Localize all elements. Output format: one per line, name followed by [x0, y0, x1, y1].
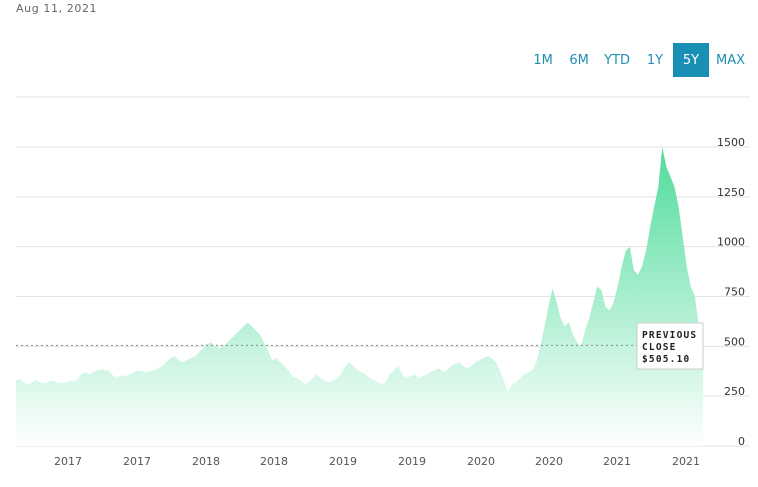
y-tick-label: 750	[724, 286, 745, 299]
x-tick-label: 2020	[535, 455, 563, 468]
y-tick-label: 0	[738, 435, 745, 448]
x-tick-label: 2021	[672, 455, 700, 468]
tooltip-line-2: CLOSE	[642, 342, 677, 353]
x-tick-label: 2020	[467, 455, 495, 468]
y-tick-label: 500	[724, 335, 745, 348]
x-tick-label: 2021	[603, 455, 631, 468]
x-tick-label: 2018	[192, 455, 220, 468]
x-tick-label: 2019	[329, 455, 357, 468]
y-tick-label: 1000	[717, 236, 745, 249]
previous-close-tooltip: PREVIOUS CLOSE $505.10	[636, 322, 704, 370]
price-chart: 0 250 500 750 1000 1250 1500 2017 2017 2018 2018 2…	[16, 96, 750, 468]
tooltip-line-1: PREVIOUS	[642, 330, 697, 341]
x-tick-label: 2017	[123, 455, 151, 468]
y-tick-label: 1250	[717, 186, 745, 199]
tooltip-line-3: $505.10	[642, 354, 690, 365]
y-tick-label: 1500	[717, 136, 745, 149]
x-tick-label: 2018	[260, 455, 288, 468]
y-tick-label: 250	[724, 385, 745, 398]
x-tick-label: 2019	[398, 455, 426, 468]
x-tick-label: 2017	[54, 455, 82, 468]
